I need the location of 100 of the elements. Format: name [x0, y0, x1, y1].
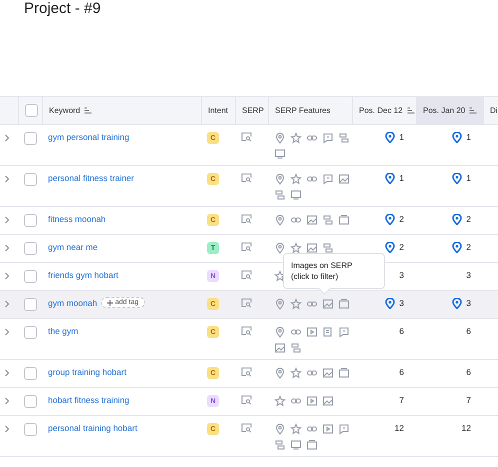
expand-chevron-icon[interactable] [4, 134, 10, 142]
serp-feature-local-icon[interactable] [274, 367, 286, 379]
serp-preview-icon[interactable] [241, 270, 252, 280]
serp-feature-sitelinks-icon[interactable] [322, 242, 334, 254]
keyword-link[interactable]: group training hobart [48, 367, 126, 377]
keyword-link[interactable]: gym moonah [48, 298, 98, 308]
serp-feature-images-icon[interactable] [322, 298, 334, 310]
serp-feature-carousel-icon[interactable] [338, 298, 350, 310]
expand-chevron-icon[interactable] [4, 216, 10, 224]
serp-feature-screen-icon[interactable] [290, 189, 302, 201]
serp-preview-icon[interactable] [241, 395, 252, 405]
column-header[interactable]: SERP Features [268, 97, 352, 124]
row-checkbox[interactable] [24, 326, 37, 339]
serp-feature-screen-icon[interactable] [290, 439, 302, 451]
row-checkbox[interactable] [24, 242, 37, 255]
serp-feature-review-icon[interactable] [338, 423, 350, 435]
serp-feature-review-icon[interactable] [338, 326, 350, 338]
serp-feature-carousel-icon[interactable] [338, 367, 350, 379]
serp-preview-icon[interactable] [241, 367, 252, 377]
serp-preview-icon[interactable] [241, 214, 252, 224]
serp-feature-images-icon[interactable] [306, 242, 318, 254]
keyword-link[interactable]: gym personal training [48, 132, 130, 142]
serp-feature-local-icon[interactable] [274, 132, 286, 144]
serp-feature-sitelinks-icon[interactable] [322, 214, 334, 226]
serp-feature-images-icon[interactable] [322, 395, 334, 407]
keyword-link[interactable]: personal fitness trainer [48, 173, 134, 183]
serp-feature-star-icon[interactable] [290, 173, 302, 185]
serp-feature-review-icon[interactable] [322, 173, 334, 185]
serp-feature-review-icon[interactable] [322, 132, 334, 144]
serp-feature-local-icon[interactable] [274, 173, 286, 185]
serp-feature-carousel-icon[interactable] [338, 214, 350, 226]
serp-feature-local-icon[interactable] [274, 298, 286, 310]
serp-feature-images-icon[interactable] [338, 173, 350, 185]
serp-feature-sitelinks-icon[interactable] [290, 342, 302, 354]
column-header[interactable]: Di [483, 97, 498, 124]
position-value: 3 [399, 270, 404, 280]
column-header[interactable]: Intent [201, 97, 235, 124]
column-header[interactable]: Keyword [42, 97, 201, 124]
serp-preview-icon[interactable] [241, 326, 252, 336]
serp-feature-star-icon[interactable] [290, 298, 302, 310]
expand-chevron-icon[interactable] [4, 300, 10, 308]
serp-feature-sitelinks-icon[interactable] [274, 189, 286, 201]
expand-chevron-icon[interactable] [4, 328, 10, 336]
position-value: 2 [399, 242, 404, 252]
serp-feature-video-icon[interactable] [322, 423, 334, 435]
serp-feature-images-icon[interactable] [274, 342, 286, 354]
expand-chevron-icon[interactable] [4, 244, 10, 252]
keyword-link[interactable]: hobart fitness training [48, 395, 130, 405]
column-header-selected[interactable]: Pos. Jan 20 [416, 97, 483, 124]
row-checkbox[interactable] [24, 270, 37, 283]
serp-preview-icon[interactable] [241, 423, 252, 433]
position-value: 3 [399, 298, 404, 308]
serp-feature-star-icon[interactable] [290, 423, 302, 435]
serp-feature-star-icon[interactable] [290, 132, 302, 144]
row-checkbox[interactable] [24, 173, 37, 186]
serp-feature-local-icon[interactable] [274, 423, 286, 435]
expand-chevron-icon[interactable] [4, 425, 10, 433]
expand-chevron-icon[interactable] [4, 272, 10, 280]
serp-feature-star-icon[interactable] [274, 395, 286, 407]
keyword-link[interactable]: friends gym hobart [48, 270, 118, 280]
row-checkbox[interactable] [24, 214, 37, 227]
keyword-link[interactable]: fitness moonah [48, 214, 106, 224]
serp-preview-icon[interactable] [241, 242, 252, 252]
row-checkbox[interactable] [24, 423, 37, 436]
position-value: 12 [394, 423, 404, 433]
expand-chevron-icon[interactable] [4, 175, 10, 183]
serp-feature-star-icon[interactable] [290, 367, 302, 379]
serp-feature-video-icon[interactable] [306, 395, 318, 407]
select-all-checkbox[interactable] [25, 104, 38, 117]
serp-feature-video-icon[interactable] [306, 326, 318, 338]
serp-feature-sitelinks-icon[interactable] [274, 439, 286, 451]
serp-feature-star-icon[interactable] [290, 242, 302, 254]
serp-feature-screen-icon[interactable] [274, 148, 286, 160]
expand-chevron-icon[interactable] [4, 369, 10, 377]
serp-feature-local-icon[interactable] [274, 242, 286, 254]
row-checkbox[interactable] [24, 132, 37, 145]
serp-feature-article-icon[interactable] [322, 326, 334, 338]
column-header[interactable]: SERP [235, 97, 268, 124]
keyword-link[interactable]: the gym [48, 326, 78, 336]
position-value: 7 [399, 395, 404, 405]
serp-preview-icon[interactable] [241, 298, 252, 308]
sort-icon[interactable] [84, 107, 92, 114]
keyword-link[interactable]: personal training hobart [48, 423, 138, 433]
row-checkbox[interactable] [24, 298, 37, 311]
row-checkbox[interactable] [24, 395, 37, 408]
sort-icon[interactable] [406, 107, 415, 114]
position-value: 6 [399, 367, 404, 377]
keyword-link[interactable]: gym near me [48, 242, 98, 252]
serp-feature-local-icon[interactable] [274, 214, 286, 226]
serp-feature-carousel-icon[interactable] [306, 439, 318, 451]
serp-feature-images-icon[interactable] [322, 367, 334, 379]
serp-feature-images-icon[interactable] [306, 214, 318, 226]
serp-preview-icon[interactable] [241, 173, 252, 183]
serp-preview-icon[interactable] [241, 132, 252, 142]
serp-feature-sitelinks-icon[interactable] [338, 132, 350, 144]
serp-feature-local-icon[interactable] [274, 326, 286, 338]
row-checkbox[interactable] [24, 367, 37, 380]
expand-chevron-icon[interactable] [4, 397, 10, 405]
serp-feature-star-icon[interactable] [274, 270, 286, 282]
sort-icon[interactable] [469, 107, 478, 114]
